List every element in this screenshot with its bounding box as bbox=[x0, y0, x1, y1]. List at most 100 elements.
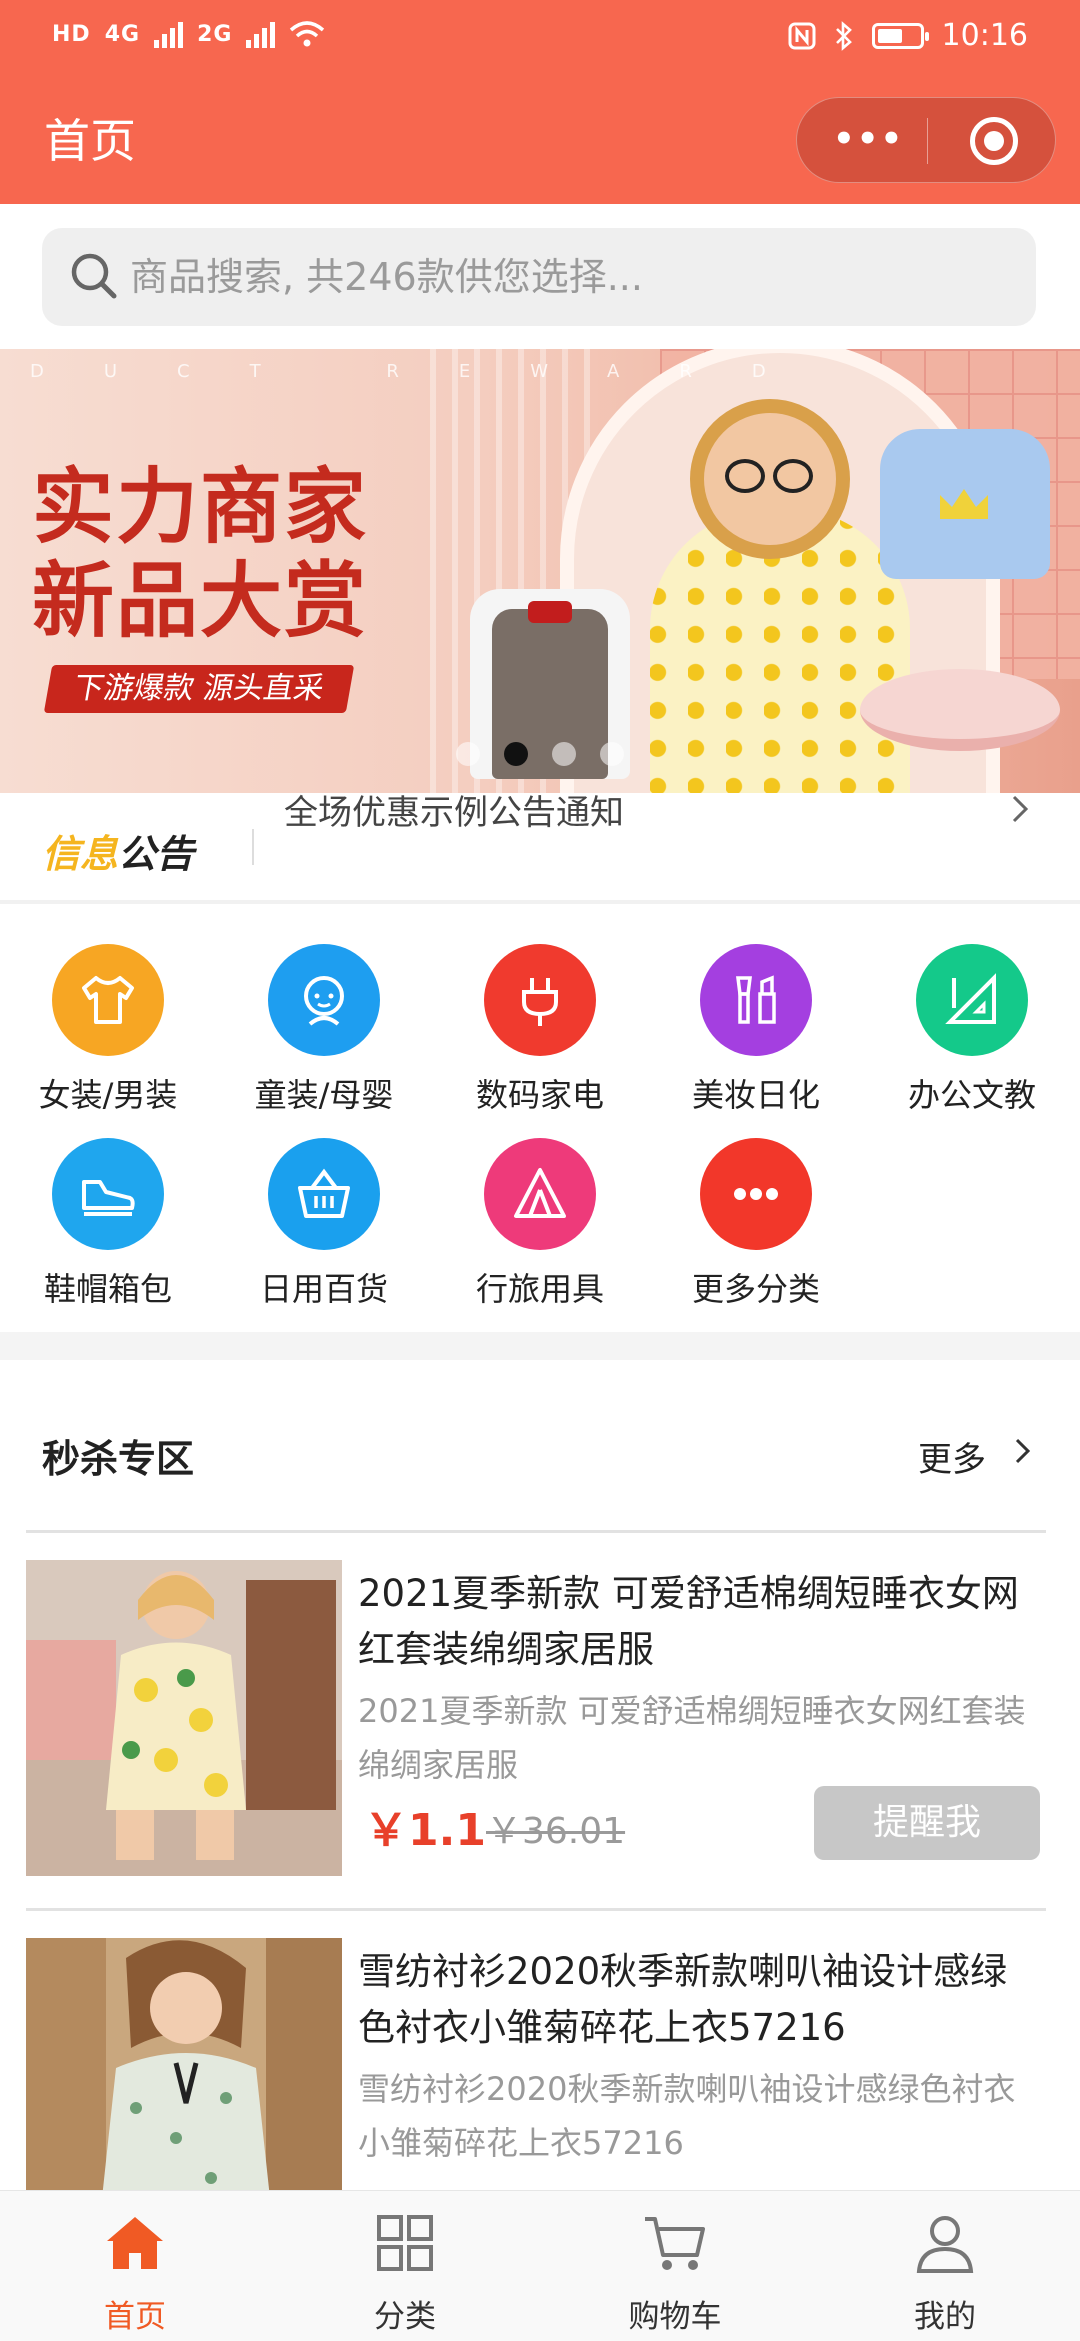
banner-page-indicator bbox=[456, 742, 626, 766]
mini-program-capsule: ••• bbox=[796, 97, 1056, 183]
status-right: 10:16 bbox=[788, 18, 1028, 53]
category-label: 美妆日化 bbox=[691, 1076, 820, 1114]
category-item[interactable]: 更多分类 bbox=[648, 1138, 864, 1310]
more-menu-icon[interactable]: ••• bbox=[833, 122, 904, 156]
top-bar: HD 4G 2G 10:16 首页 ••• bbox=[0, 0, 1080, 204]
chevron-right-icon[interactable] bbox=[1004, 793, 1036, 825]
category-label: 数码家电 bbox=[475, 1076, 604, 1114]
category-item[interactable]: 女装/男装 bbox=[0, 944, 216, 1116]
tab-label: 我的 bbox=[914, 2299, 976, 2335]
tab-user[interactable]: 我的 bbox=[810, 2191, 1080, 2341]
search-section bbox=[0, 204, 1080, 349]
cart-icon bbox=[645, 2217, 705, 2270]
shoe-icon bbox=[52, 1138, 164, 1250]
category-item[interactable]: 美妆日化 bbox=[648, 944, 864, 1116]
clock: 10:16 bbox=[941, 18, 1028, 53]
banner-hoodie-image bbox=[880, 429, 1050, 579]
flash-sale-title: 秒杀专区 bbox=[42, 1437, 195, 1481]
tab-label: 分类 bbox=[374, 2299, 436, 2335]
category-item[interactable]: 数码家电 bbox=[432, 944, 648, 1116]
status-bar: HD 4G 2G 10:16 bbox=[0, 0, 1080, 75]
remind-me-button[interactable]: 提醒我 bbox=[814, 1786, 1040, 1860]
bluetooth-icon bbox=[835, 20, 852, 51]
notice-divider bbox=[252, 829, 254, 865]
status-left: HD 4G 2G bbox=[52, 20, 325, 48]
hd-indicator: HD bbox=[52, 21, 91, 47]
divider bbox=[26, 1908, 1046, 1911]
banner-watermark: DUCT REWARD bbox=[30, 361, 826, 382]
battery-icon bbox=[871, 22, 929, 49]
more-icon bbox=[700, 1138, 812, 1250]
promo-banner[interactable]: DUCT REWARD 实力商家 新品大赏 下游爆款 源头直采 bbox=[0, 349, 1080, 793]
nfc-icon bbox=[788, 22, 816, 49]
tab-home[interactable]: 首页 bbox=[0, 2191, 270, 2341]
banner-dot[interactable] bbox=[600, 742, 624, 766]
product-price: ￥1.1 bbox=[364, 1805, 486, 1856]
notice-bar[interactable]: 信息公告 全场优惠示例公告通知 bbox=[0, 793, 1080, 904]
banner-pedestal bbox=[860, 669, 1060, 751]
close-target-icon[interactable] bbox=[970, 117, 1018, 165]
ruler-icon bbox=[916, 944, 1028, 1056]
product-original-price: ￥36.01 bbox=[486, 1811, 626, 1852]
signal-icon bbox=[154, 20, 184, 48]
tshirt-icon bbox=[52, 944, 164, 1056]
divider bbox=[26, 1530, 1046, 1533]
page-title: 首页 bbox=[44, 114, 136, 168]
category-item[interactable]: 办公文教 bbox=[864, 944, 1080, 1116]
notice-text[interactable]: 全场优惠示例公告通知 bbox=[284, 793, 624, 833]
product-title[interactable]: 雪纺衬衫2020秋季新款喇叭袖设计感绿色衬衣小雏菊碎花上衣57216 bbox=[358, 1944, 1038, 2056]
category-label: 更多分类 bbox=[691, 1270, 820, 1308]
tab-label: 首页 bbox=[104, 2299, 166, 2335]
banner-headline-line1: 实力商家 bbox=[32, 460, 369, 555]
category-label: 女装/男装 bbox=[38, 1076, 178, 1114]
category-label: 鞋帽箱包 bbox=[43, 1270, 172, 1308]
plug-icon bbox=[484, 944, 596, 1056]
banner-dot[interactable] bbox=[552, 742, 576, 766]
basket-icon bbox=[268, 1138, 380, 1250]
product-description: 2021夏季新款 可爱舒适棉绸短睡衣女网红套装绵绸家居服 bbox=[358, 1692, 1026, 1784]
user-icon bbox=[916, 2216, 974, 2273]
chevron-right-icon[interactable] bbox=[1008, 1436, 1038, 1466]
category-label: 办公文教 bbox=[907, 1076, 1036, 1114]
banner-dot[interactable] bbox=[456, 742, 480, 766]
product-title[interactable]: 2021夏季新款 可爱舒适棉绸短睡衣女网红套装绵绸家居服 bbox=[358, 1566, 1038, 1678]
grid-icon bbox=[377, 2215, 433, 2271]
product-description: 雪纺衬衫2020秋季新款喇叭袖设计感绿色衬衣小雏菊碎花上衣57216 bbox=[358, 2070, 1016, 2162]
flash-sale-header: 秒杀专区 更多 bbox=[0, 1360, 1080, 1530]
banner-glasses-image bbox=[715, 459, 825, 495]
tab-label: 购物车 bbox=[628, 2299, 722, 2335]
nav-bar: 首页 ••• bbox=[0, 75, 1080, 204]
banner-tagline: 下游爆款 源头直采 bbox=[43, 665, 354, 713]
search-box[interactable] bbox=[42, 228, 1036, 326]
notice-brand-b: 公告 bbox=[118, 832, 195, 876]
category-item[interactable]: 童装/母婴 bbox=[216, 944, 432, 1116]
network-4g-label: 4G bbox=[104, 21, 141, 47]
notice-brand-a: 信息 bbox=[42, 832, 119, 876]
product-image[interactable] bbox=[26, 1560, 342, 1876]
bottom-tab-bar: 首页 分类 购物车 我的 bbox=[0, 2190, 1080, 2341]
flash-sale-more-link[interactable]: 更多 bbox=[918, 1432, 986, 1481]
category-item[interactable]: 日用百货 bbox=[216, 1138, 432, 1310]
category-item[interactable]: 鞋帽箱包 bbox=[0, 1138, 216, 1310]
tent-icon bbox=[484, 1138, 596, 1250]
home-icon bbox=[107, 2217, 163, 2269]
banner-dot[interactable] bbox=[504, 742, 528, 766]
notice-brand: 信息公告 bbox=[42, 823, 194, 878]
banner-headline-line2: 新品大赏 bbox=[32, 554, 369, 649]
signal-icon-2 bbox=[246, 20, 276, 48]
baby-icon bbox=[268, 944, 380, 1056]
search-input[interactable] bbox=[130, 228, 1010, 326]
tab-grid[interactable]: 分类 bbox=[270, 2191, 540, 2341]
makeup-icon bbox=[700, 944, 812, 1056]
capsule-divider bbox=[927, 118, 928, 164]
product-card[interactable]: 2021夏季新款 可爱舒适棉绸短睡衣女网红套装绵绸家居服 2021夏季新款 可爱… bbox=[0, 1536, 1080, 1916]
category-label: 日用百货 bbox=[259, 1270, 388, 1308]
category-label: 行旅用具 bbox=[475, 1270, 604, 1308]
category-item[interactable]: 行旅用具 bbox=[432, 1138, 648, 1310]
category-label: 童装/母婴 bbox=[254, 1076, 394, 1114]
network-2g-label: 2G bbox=[197, 21, 233, 47]
wifi-icon bbox=[290, 21, 325, 47]
search-icon bbox=[71, 253, 117, 299]
banner-headline: 实力商家 新品大赏 bbox=[32, 461, 368, 649]
tab-cart[interactable]: 购物车 bbox=[540, 2191, 810, 2341]
